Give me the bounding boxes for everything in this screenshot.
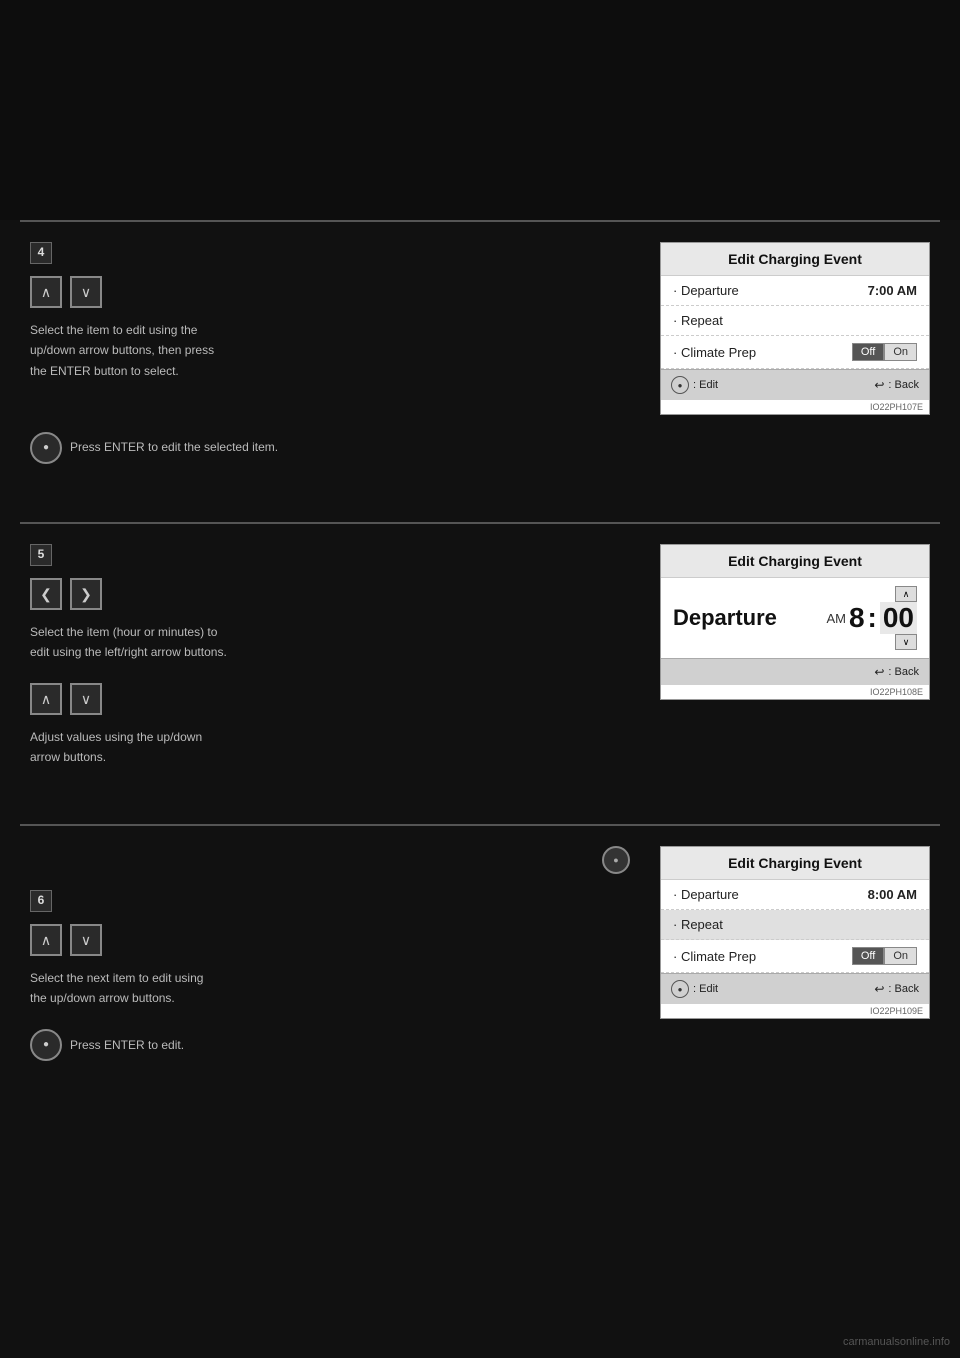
climate-label-6: · Climate Prep (673, 949, 756, 964)
right-arrow-btn-5[interactable]: ❯ (70, 578, 102, 610)
left-arrow-btn-5[interactable]: ❮ (30, 578, 62, 610)
up-arrow-btn[interactable]: ∧ (30, 276, 62, 308)
time-up-arrow-5[interactable]: ∧ (895, 586, 917, 602)
back-icon-4: ↩ (874, 378, 884, 392)
edit-label-6: : Edit (693, 983, 718, 995)
screen-5-footer: ↩ : Back (661, 658, 929, 685)
step-6-section: ● 6 ∧ ∨ Select the next item to edit usi… (0, 826, 960, 1126)
down-arrow-btn-5[interactable]: ∨ (70, 683, 102, 715)
screen-5-title: Edit Charging Event (661, 545, 929, 578)
back-footer-btn-4[interactable]: ↩ : Back (874, 378, 919, 392)
image-id-6: IO22PH109E (661, 1004, 929, 1018)
step-5-ud-controls: ∧ ∨ (30, 683, 630, 715)
step-4-badge: 4 (30, 242, 52, 264)
departure-value-6: 8:00 AM (868, 887, 917, 902)
step-6-badge: 6 (30, 890, 52, 912)
enter-btn-6[interactable]: ● (30, 1029, 62, 1061)
time-down-arrow-5[interactable]: ∨ (895, 634, 917, 650)
screen-6-row-climate: · Climate Prep Off On (661, 940, 929, 973)
step-6-ud-controls: ∧ ∨ (30, 924, 630, 956)
back-label-4: : Back (888, 379, 919, 391)
step-6-text-1: Select the next item to edit using the u… (30, 968, 630, 1009)
back-label-6: : Back (888, 983, 919, 995)
step-6-instructions: ● 6 ∧ ∨ Select the next item to edit usi… (30, 846, 650, 1061)
screen-4-row-repeat: · Repeat (661, 306, 929, 336)
edit-footer-btn-4[interactable]: ● : Edit (671, 376, 718, 394)
up-arrow-btn-5[interactable]: ∧ (30, 683, 62, 715)
edit-icon-6: ● (671, 980, 689, 998)
bottom-area (0, 1126, 960, 1326)
screen-4-row-departure: · Departure 7:00 AM (661, 276, 929, 306)
climate-toggle-6: Off On (852, 947, 917, 965)
screen-6-row-repeat: · Repeat (661, 910, 929, 940)
screen-4-row-climate: · Climate Prep Off On (661, 336, 929, 369)
hour-5: 8 (849, 602, 865, 634)
enter-text-4: Press ENTER to edit the selected item. (70, 437, 278, 457)
step-5-text-2: Adjust values using the up/down arrow bu… (30, 727, 630, 768)
step-4-instructions: 4 ∧ ∨ Select the item to edit using the … (30, 242, 650, 464)
enter-btn-4[interactable]: ● (30, 432, 62, 464)
departure-value-4: 7:00 AM (868, 283, 917, 298)
step-4-screen-area: Edit Charging Event · Departure 7:00 AM … (650, 242, 930, 415)
edit-footer-btn-6[interactable]: ● : Edit (671, 980, 718, 998)
departure-label-4: · Departure (673, 283, 739, 298)
step-5-screen-area: Edit Charging Event ∧ Departure AM 8 : 0… (650, 544, 930, 700)
screen-5-frame: Edit Charging Event ∧ Departure AM 8 : 0… (660, 544, 930, 700)
back-icon-5: ↩ (874, 665, 884, 679)
top-area (0, 0, 960, 220)
departure-big-label-5: Departure (673, 605, 777, 631)
screen-6-frame: Edit Charging Event · Departure 8:00 AM … (660, 846, 930, 1019)
step-5-badge: 5 (30, 544, 52, 566)
screen-6-title: Edit Charging Event (661, 847, 929, 880)
colon-5: : (868, 602, 877, 634)
screen-4-frame: Edit Charging Event · Departure 7:00 AM … (660, 242, 930, 415)
step-4-text: Select the item to edit using the up/dow… (30, 320, 630, 402)
toggle-on-4[interactable]: On (884, 343, 917, 361)
image-id-5: IO22PH108E (661, 685, 929, 699)
toggle-off-6[interactable]: Off (852, 947, 884, 965)
climate-label-4: · Climate Prep (673, 345, 756, 360)
image-id-4: IO22PH107E (661, 400, 929, 414)
screen-6-row-departure: · Departure 8:00 AM (661, 880, 929, 910)
step-5-text-1: Select the item (hour or minutes) to edi… (30, 622, 630, 663)
step-4-section: 4 ∧ ∨ Select the item to edit using the … (0, 222, 960, 522)
back-footer-btn-5[interactable]: ↩ : Back (874, 665, 919, 679)
down-arrow-btn-6[interactable]: ∨ (70, 924, 102, 956)
repeat-label-4: · Repeat (673, 313, 723, 328)
screen-4-title: Edit Charging Event (661, 243, 929, 276)
step-5-left-right-controls: ❮ ❯ (30, 578, 630, 610)
step-5-instructions: 5 ❮ ❯ Select the item (hour or minutes) … (30, 544, 650, 768)
minutes-5: 00 (880, 602, 917, 634)
screen-4-footer: ● : Edit ↩ : Back (661, 369, 929, 400)
screen-6-footer: ● : Edit ↩ : Back (661, 973, 929, 1004)
back-label-5: : Back (888, 666, 919, 678)
edit-icon-4: ● (671, 376, 689, 394)
step-6-screen-area: Edit Charging Event · Departure 8:00 AM … (650, 846, 930, 1019)
toggle-on-6[interactable]: On (884, 947, 917, 965)
step-5-section: 5 ❮ ❯ Select the item (hour or minutes) … (0, 524, 960, 824)
edit-label-4: : Edit (693, 379, 718, 391)
toggle-off-4[interactable]: Off (852, 343, 884, 361)
watermark: carmanualsonline.info (843, 1336, 950, 1348)
down-arrow-btn[interactable]: ∨ (70, 276, 102, 308)
confirm-icon-6: ● (602, 846, 630, 874)
ampm-5: AM (826, 611, 846, 626)
back-icon-6: ↩ (874, 982, 884, 996)
time-display-5: AM 8 : 00 (826, 602, 917, 634)
repeat-label-6: · Repeat (673, 917, 723, 932)
enter-text-6: Press ENTER to edit. (70, 1035, 184, 1055)
up-arrow-btn-6[interactable]: ∧ (30, 924, 62, 956)
back-footer-btn-6[interactable]: ↩ : Back (874, 982, 919, 996)
departure-label-6: · Departure (673, 887, 739, 902)
step-4-controls: ∧ ∨ (30, 276, 630, 308)
page-container: 4 ∧ ∨ Select the item to edit using the … (0, 0, 960, 1358)
climate-toggle-4: Off On (852, 343, 917, 361)
